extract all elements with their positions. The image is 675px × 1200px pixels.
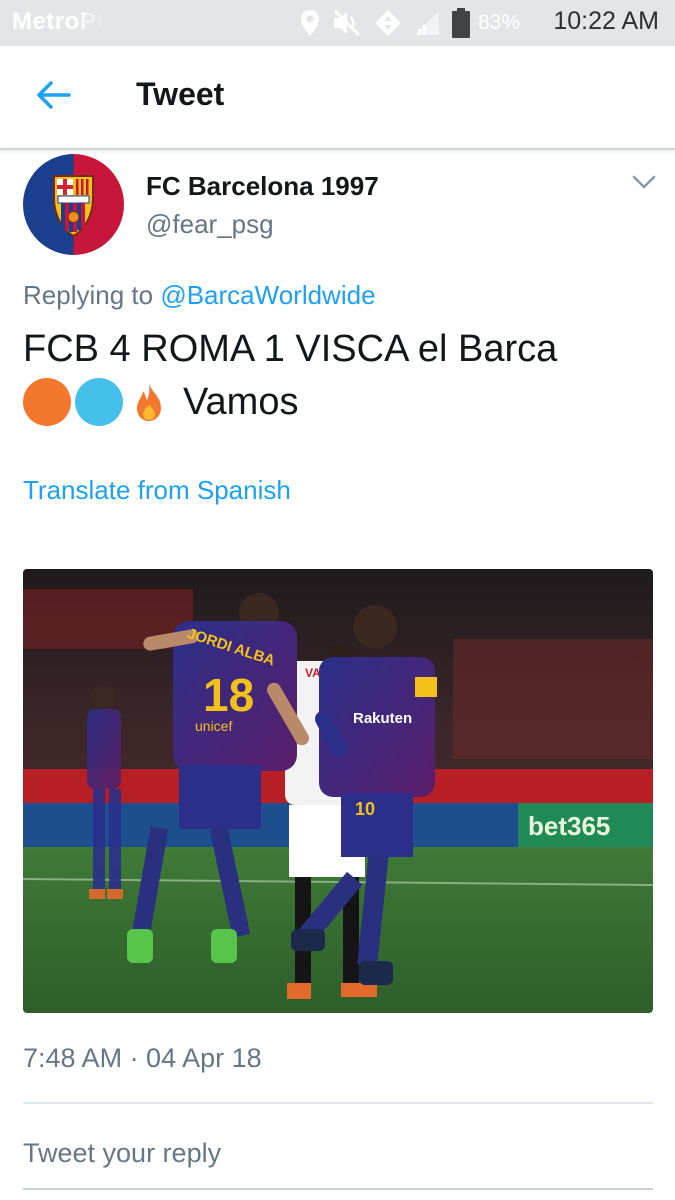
jersey-number-left-text: 18 <box>203 669 254 721</box>
location-icon <box>300 9 320 37</box>
status-icons: 83% <box>300 6 520 40</box>
replying-to: Replying to @BarcaWorldwide <box>23 280 376 311</box>
reply-input[interactable]: Tweet your reply <box>23 1138 653 1182</box>
status-clock: 10:22 AM <box>553 7 659 35</box>
divider <box>23 1102 653 1104</box>
back-button[interactable] <box>28 74 78 120</box>
author-name[interactable]: FC Barcelona 1997 <box>146 171 379 202</box>
app-header: Tweet <box>0 46 675 150</box>
orange-circle-emoji <box>23 378 71 426</box>
replying-prefix: Replying to <box>23 280 154 310</box>
reply-mention-link[interactable]: @BarcaWorldwide <box>160 280 375 310</box>
sponsor-right-text: Rakuten <box>353 710 412 727</box>
signal-icon <box>414 10 440 36</box>
avatar[interactable] <box>23 154 124 255</box>
jersey-number-right-text: 10 <box>355 799 375 819</box>
carrier-name: MetroPCS <box>12 8 104 35</box>
blue-circle-emoji <box>75 378 123 426</box>
ad-board-text: bet365 <box>528 811 610 841</box>
tweet-text: FCB 4 ROMA 1 VISCA el Barca <box>23 328 558 370</box>
fire-emoji <box>133 382 165 422</box>
translate-link[interactable]: Translate from Spanish <box>23 475 291 506</box>
status-bar: MetroPCS <box>0 0 675 46</box>
battery-percentage: 83% <box>478 11 521 34</box>
data-sync-icon <box>374 9 402 37</box>
sponsor-left-text: unicef <box>195 718 232 734</box>
tweet-photo[interactable]: bet365 VAZQ <box>23 569 653 1013</box>
reply-input-underline <box>23 1188 653 1190</box>
captain-armband <box>415 677 437 697</box>
arrow-left-icon <box>35 80 71 115</box>
chevron-down-icon <box>630 175 658 198</box>
tweet-timestamp: 7:48 AM · 04 Apr 18 <box>23 1043 262 1073</box>
battery-icon <box>452 8 470 38</box>
mute-icon <box>332 9 362 37</box>
tweet-options-button[interactable] <box>630 170 658 194</box>
tweet-emoji-line: Vamos <box>23 376 298 428</box>
author-handle[interactable]: @fear_psg <box>146 209 274 240</box>
page-title: Tweet <box>136 76 225 112</box>
tweet-text-tail: Vamos <box>183 380 299 423</box>
